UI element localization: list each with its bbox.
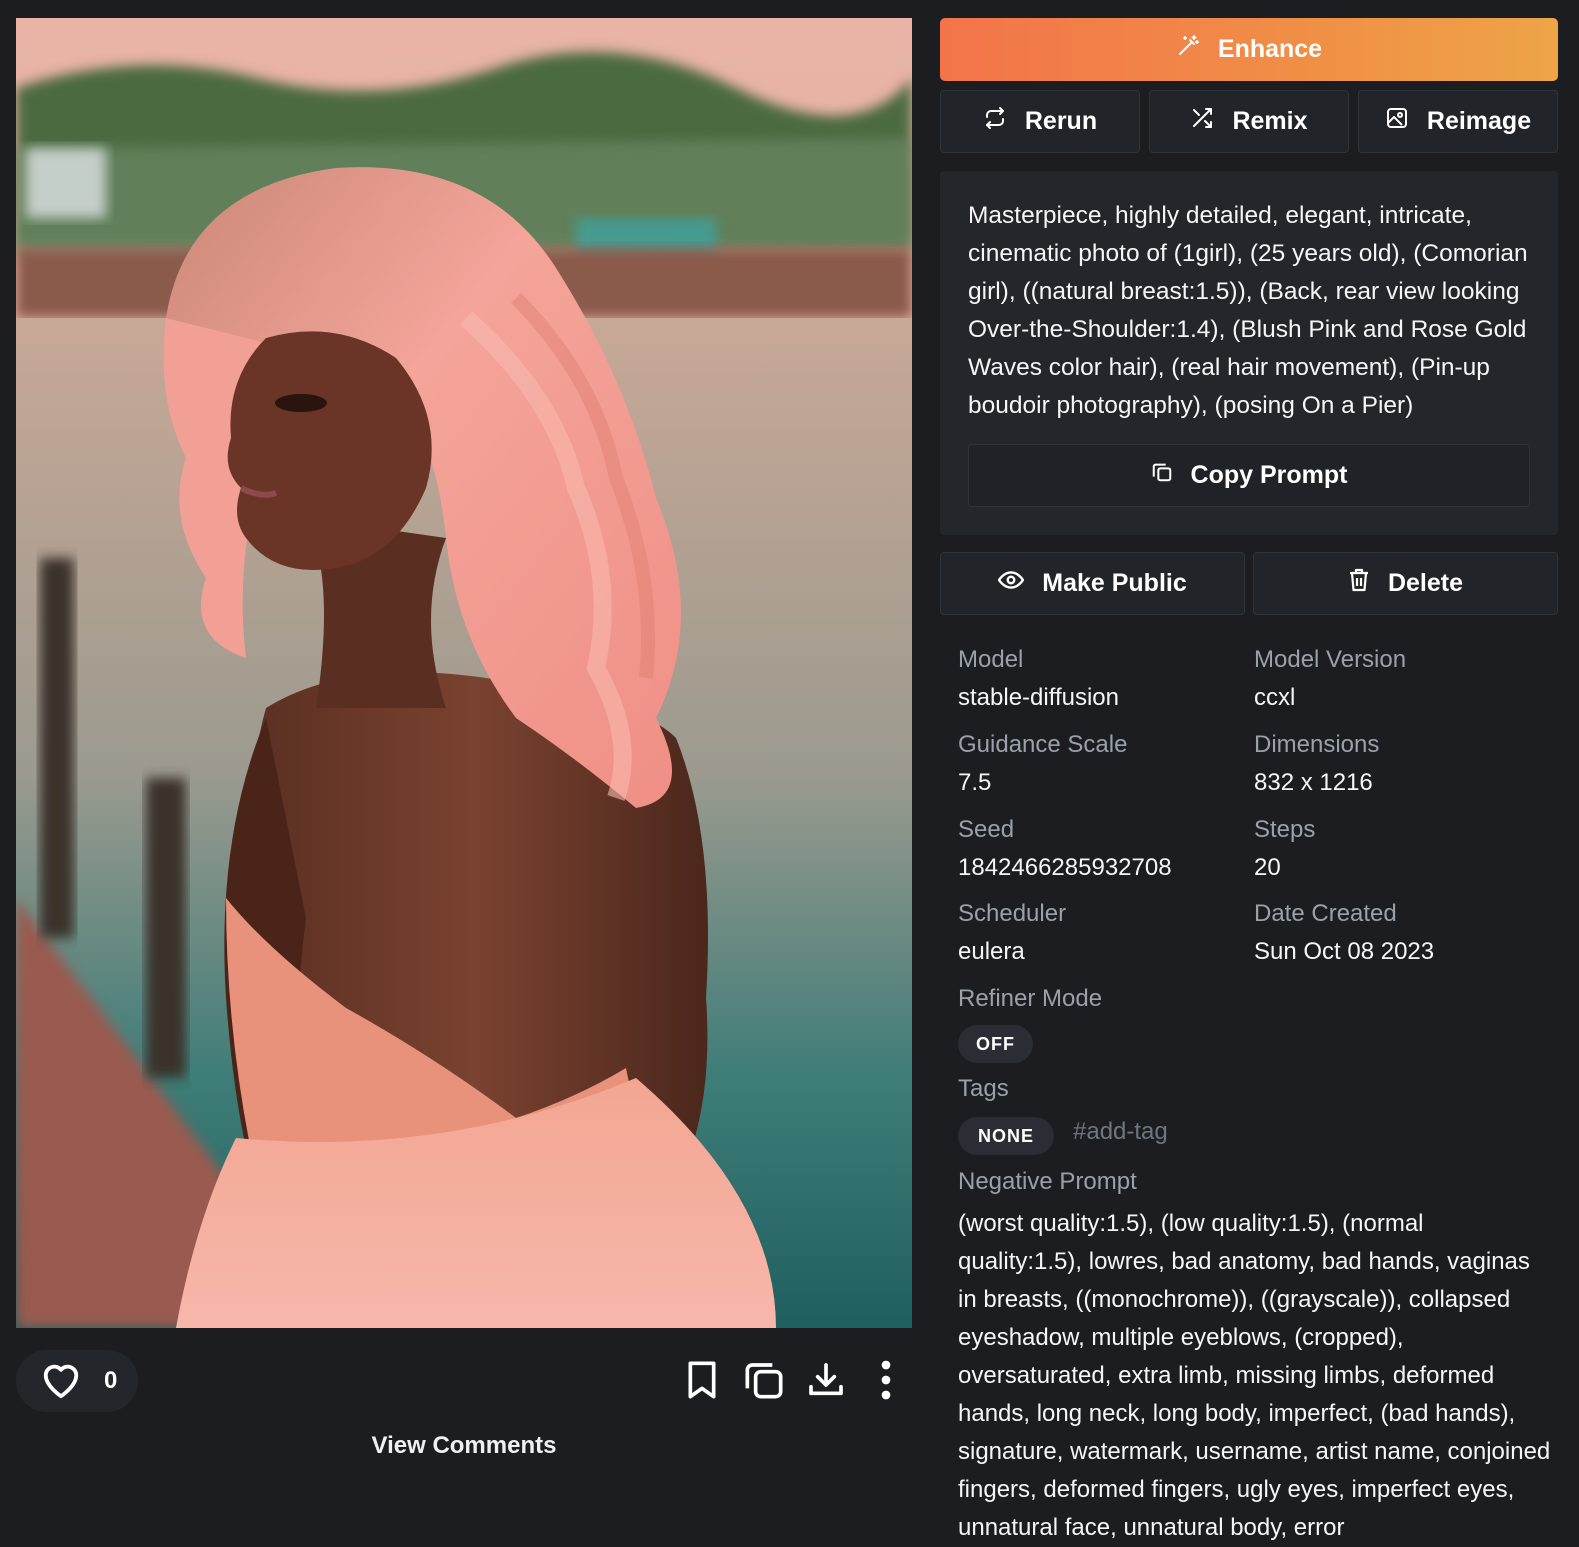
like-button[interactable]: 0 <box>16 1350 138 1412</box>
steps-label: Steps <box>1254 816 1316 843</box>
seed-label: Seed <box>958 816 1015 843</box>
seed-value: 1842466285932708 <box>958 854 1172 881</box>
negative-prompt-label: Negative Prompt <box>958 1168 1137 1195</box>
duplicate-icon[interactable] <box>744 1356 784 1404</box>
repeat-icon <box>983 106 1007 137</box>
guidance-scale-value: 7.5 <box>958 769 992 796</box>
download-icon[interactable] <box>806 1356 846 1404</box>
copy-prompt-label: Copy Prompt <box>1190 461 1348 489</box>
negative-prompt-text: (worst quality:1.5), (low quality:1.5), … <box>958 1210 1551 1541</box>
refiner-mode-badge: OFF <box>958 1025 1033 1063</box>
remix-button[interactable]: Remix <box>1149 90 1349 153</box>
delete-label: Delete <box>1387 569 1464 597</box>
image-icon <box>1385 106 1409 137</box>
like-count: 0 <box>104 1367 118 1394</box>
guidance-scale-label: Guidance Scale <box>958 731 1128 758</box>
reimage-button[interactable]: Reimage <box>1358 90 1558 153</box>
rerun-button[interactable]: Rerun <box>940 90 1140 153</box>
trash-icon <box>1348 568 1370 599</box>
date-created-value: Sun Oct 08 2023 <box>1254 938 1435 965</box>
more-vertical-icon[interactable] <box>866 1356 906 1404</box>
prompt-card: Masterpiece, highly detailed, elegant, i… <box>940 171 1558 535</box>
copy-prompt-button[interactable]: Copy Prompt <box>968 444 1530 507</box>
model-version-label: Model Version <box>1254 646 1407 673</box>
enhance-label: Enhance <box>1217 35 1323 63</box>
magic-wand-icon <box>1176 34 1200 65</box>
reimage-label: Reimage <box>1426 107 1532 135</box>
dimensions-value: 832 x 1216 <box>1254 769 1373 796</box>
copy-icon <box>1151 461 1173 490</box>
heart-icon <box>38 1358 84 1405</box>
date-created-label: Date Created <box>1254 900 1397 927</box>
scheduler-value: eulera <box>958 938 1025 965</box>
tags-label: Tags <box>958 1075 1009 1102</box>
model-value: stable-diffusion <box>958 684 1119 711</box>
dimensions-label: Dimensions <box>1254 731 1380 758</box>
add-tag-link[interactable]: #add-tag <box>1073 1118 1168 1146</box>
tags-badge: NONE <box>958 1117 1054 1155</box>
bookmark-icon[interactable] <box>682 1356 722 1404</box>
model-label: Model <box>958 646 1024 673</box>
generated-image[interactable] <box>16 18 912 1328</box>
steps-value: 20 <box>1254 854 1281 881</box>
model-version-value: ccxl <box>1254 684 1296 711</box>
prompt-text: Masterpiece, highly detailed, elegant, i… <box>968 202 1528 419</box>
eye-icon <box>997 569 1025 598</box>
refiner-mode-label: Refiner Mode <box>958 985 1103 1012</box>
remix-label: Remix <box>1232 107 1308 135</box>
delete-button[interactable]: Delete <box>1253 552 1558 615</box>
make-public-button[interactable]: Make Public <box>940 552 1245 615</box>
view-comments-link[interactable]: View Comments <box>16 1432 912 1460</box>
scheduler-label: Scheduler <box>958 900 1067 927</box>
enhance-button[interactable]: Enhance <box>940 18 1558 81</box>
make-public-label: Make Public <box>1042 569 1187 597</box>
rerun-label: Rerun <box>1024 107 1098 135</box>
shuffle-icon <box>1190 106 1214 137</box>
